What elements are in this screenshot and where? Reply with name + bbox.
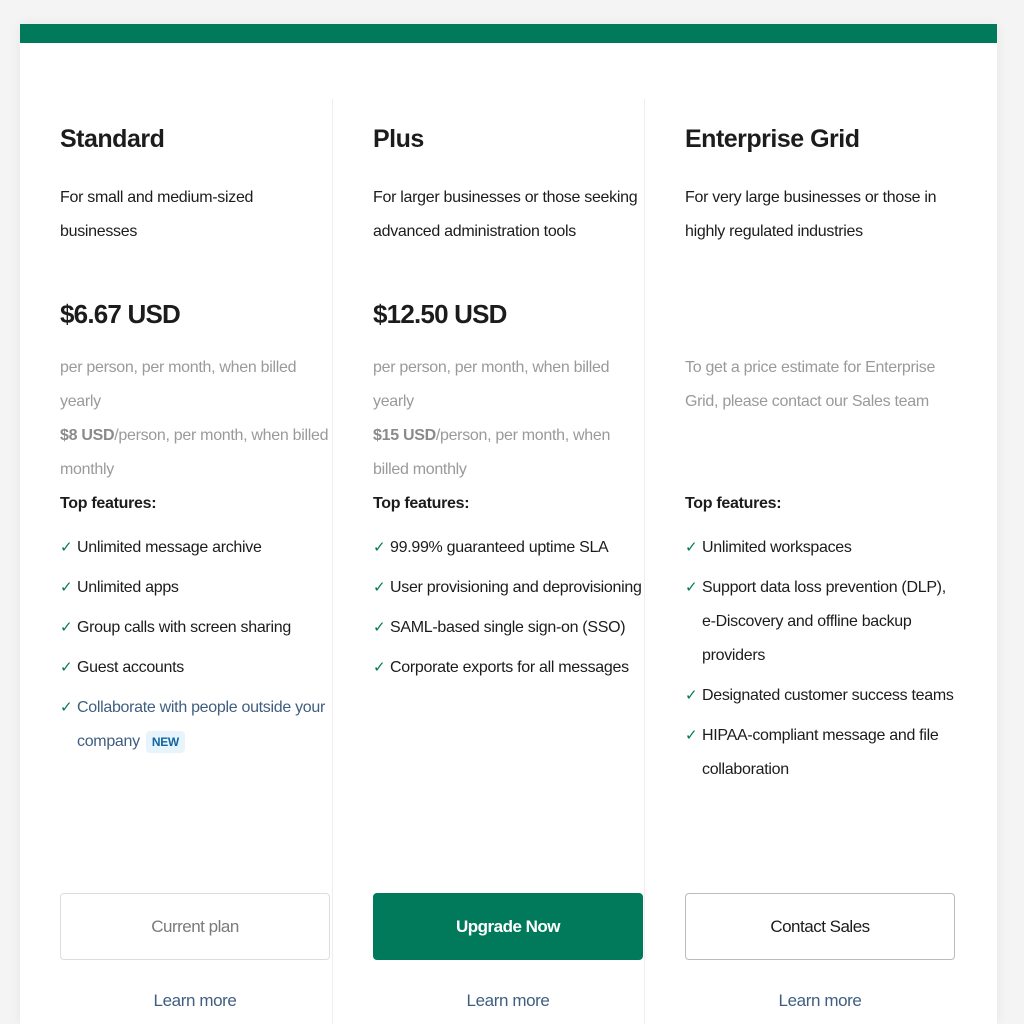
feature-item: ✓ Unlimited workspaces — [685, 531, 957, 565]
feature-item: ✓ Support data loss prevention (DLP), e-D… — [685, 571, 957, 673]
pricing-panel: Standard For small and medium-sized busi… — [20, 24, 997, 1024]
plan-columns: Standard For small and medium-sized busi… — [20, 43, 997, 1024]
price-note-monthly: $8 USD/person, per month, when billed mo… — [60, 419, 332, 487]
feature-item-link[interactable]: ✓ Collaborate with people outside your co… — [60, 691, 332, 759]
plan-standard: Standard For small and medium-sized busi… — [20, 99, 332, 1024]
check-icon: ✓ — [685, 579, 698, 596]
check-icon: ✓ — [60, 539, 73, 556]
price-note-yearly: per person, per month, when billed yearl… — [373, 359, 610, 410]
check-icon: ✓ — [685, 727, 698, 744]
plan-name: Enterprise Grid — [685, 125, 860, 153]
price-notes: per person, per month, when billed yearl… — [373, 351, 645, 487]
feature-list: ✓ Unlimited workspaces ✓ Support data loss… — [685, 531, 957, 793]
feature-list: ✓ 99.99% guaranteed uptime SLA ✓ User prov… — [373, 531, 645, 691]
contact-sales-button[interactable]: Contact Sales — [685, 893, 955, 960]
feature-link[interactable]: Collaborate with people outside your com… — [77, 699, 325, 750]
check-icon: ✓ — [60, 699, 73, 716]
feature-item: ✓ Group calls with screen sharing — [60, 611, 332, 645]
learn-more-link[interactable]: Learn more — [373, 991, 643, 1011]
monthly-price: $8 USD — [60, 427, 115, 444]
features-title: Top features: — [60, 495, 157, 512]
feature-item: ✓ Guest accounts — [60, 651, 332, 685]
feature-list: ✓ Unlimited message archive ✓ Unlimited ap… — [60, 531, 332, 765]
learn-more-link[interactable]: Learn more — [60, 991, 330, 1011]
check-icon: ✓ — [60, 659, 73, 676]
current-plan-button[interactable]: Current plan — [60, 893, 330, 960]
brand-top-bar — [20, 24, 997, 43]
feature-item: ✓ Designated customer success teams — [685, 679, 957, 713]
feature-item: ✓ User provisioning and deprovisioning — [373, 571, 645, 605]
feature-item: ✓ Corporate exports for all messages — [373, 651, 645, 685]
check-icon: ✓ — [373, 619, 386, 636]
price-note-yearly: per person, per month, when billed yearl… — [60, 359, 297, 410]
check-icon: ✓ — [60, 619, 73, 636]
price-note-monthly: $15 USD/person, per month, when billed m… — [373, 419, 645, 487]
plan-description: For very large businesses or those in hi… — [685, 189, 937, 240]
check-icon: ✓ — [373, 579, 386, 596]
monthly-price: $15 USD — [373, 427, 436, 444]
features-title: Top features: — [373, 495, 470, 512]
check-icon: ✓ — [373, 539, 386, 556]
check-icon: ✓ — [60, 579, 73, 596]
feature-item: ✓ 99.99% guaranteed uptime SLA — [373, 531, 645, 565]
feature-item: ✓ SAML-based single sign-on (SSO) — [373, 611, 645, 645]
upgrade-now-button[interactable]: Upgrade Now — [373, 893, 643, 960]
feature-item: ✓ Unlimited message archive — [60, 531, 332, 565]
price-contact-note: To get a price estimate for Enterprise G… — [685, 359, 936, 410]
check-icon: ✓ — [373, 659, 386, 676]
plan-description: For larger businesses or those seeking a… — [373, 189, 638, 240]
check-icon: ✓ — [685, 687, 698, 704]
feature-item: ✓ HIPAA-compliant message and file collab… — [685, 719, 957, 787]
plan-name: Standard — [60, 125, 165, 153]
check-icon: ✓ — [685, 539, 698, 556]
plan-enterprise-grid: Enterprise Grid For very large businesse… — [644, 99, 956, 1024]
plan-plus: Plus For larger businesses or those seek… — [332, 99, 644, 1024]
plan-name: Plus — [373, 125, 424, 153]
new-badge: NEW — [145, 731, 185, 753]
plan-price: $6.67 USD — [60, 299, 181, 329]
plan-price: $12.50 USD — [373, 299, 507, 329]
feature-item: ✓ Unlimited apps — [60, 571, 332, 605]
plan-description: For small and medium-sized businesses — [60, 189, 254, 240]
features-title: Top features: — [685, 495, 782, 512]
price-notes: per person, per month, when billed yearl… — [60, 351, 332, 487]
learn-more-link[interactable]: Learn more — [685, 991, 955, 1011]
